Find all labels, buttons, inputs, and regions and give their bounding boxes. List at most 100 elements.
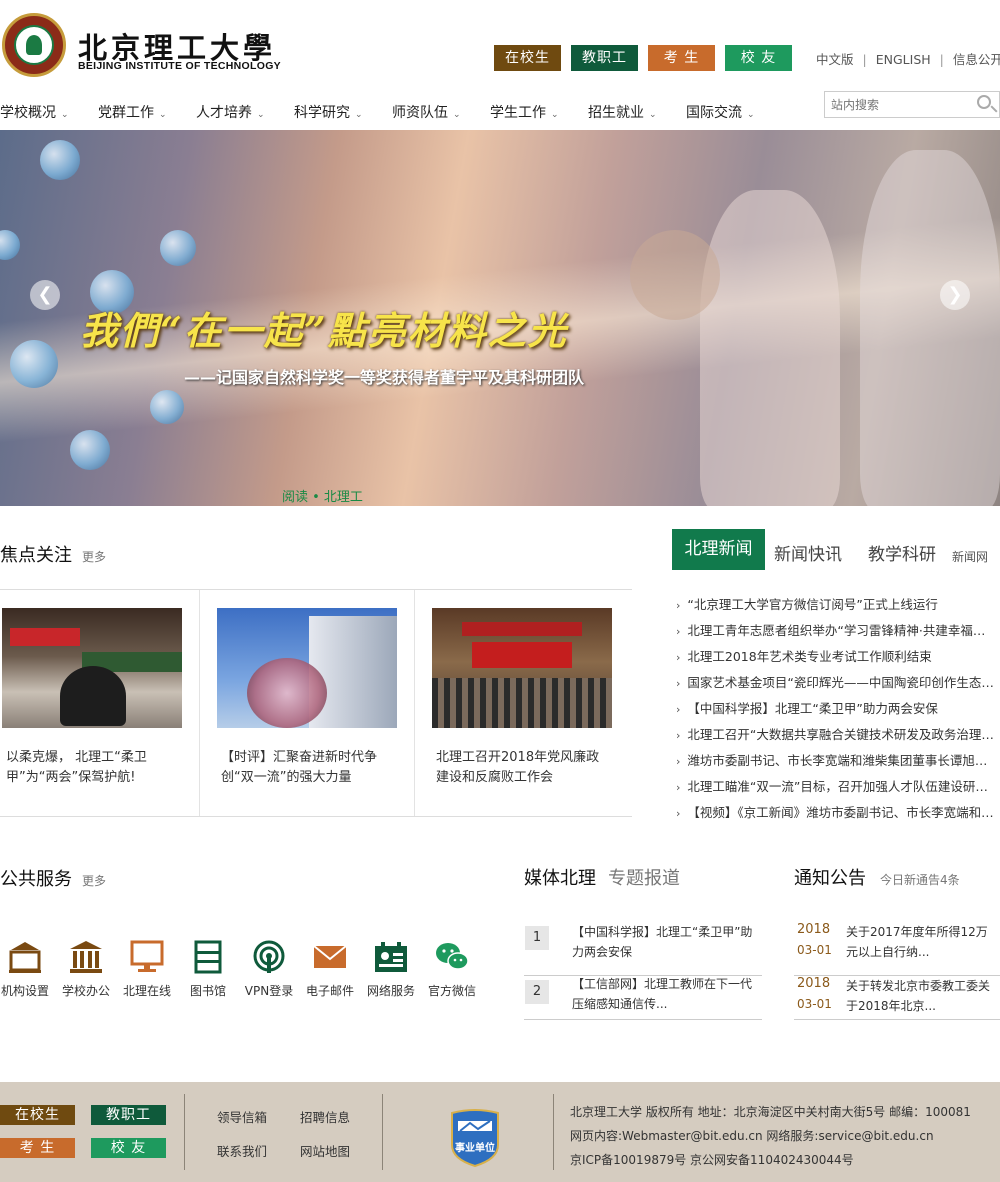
- news-item[interactable]: › 国家艺术基金项目“瓷印辉光——中国陶瓷印创作生态展”开幕: [676, 672, 996, 691]
- nav-item-research[interactable]: 科学研究 ⌄: [294, 102, 363, 122]
- focus-card[interactable]: 以柔克爆， 北理工“柔卫甲”为“两会”保驾护航!: [2, 590, 202, 816]
- focus-card[interactable]: 【时评】汇聚奋进新时代争创“双一流”的强大力量: [217, 590, 417, 816]
- chevron-down-icon: ⌄: [551, 110, 559, 120]
- nav-item-international[interactable]: 国际交流 ⌄: [686, 102, 755, 122]
- news-site-link[interactable]: 新闻网: [952, 548, 988, 565]
- services-title: 公共服务: [0, 869, 72, 890]
- service-org-structure[interactable]: 机构设置: [0, 940, 55, 999]
- focus-card-caption[interactable]: 【时评】汇聚奋进新时代争创“双一流”的强大力量: [221, 748, 391, 788]
- university-logo[interactable]: 北京理工大學 BEIJING INSTITUTE OF TECHNOLOGY: [2, 13, 281, 79]
- footer-link-recruitment[interactable]: 招聘信息: [300, 1107, 350, 1126]
- site-search: [824, 91, 1000, 118]
- bullet-icon: ›: [676, 755, 681, 768]
- nav-item-students[interactable]: 学生工作 ⌄: [490, 102, 559, 122]
- service-bit-online[interactable]: 北理在线: [117, 940, 177, 999]
- news-item[interactable]: ›北理工青年志愿者组织举办“学习雷锋精神·共建幸福社区”志愿服务活动: [676, 620, 996, 639]
- role-button-applicants[interactable]: 考 生: [648, 45, 715, 71]
- search-icon[interactable]: [977, 95, 991, 109]
- focus-card-caption[interactable]: 以柔克爆， 北理工“柔卫甲”为“两会”保驾护航!: [6, 748, 176, 788]
- role-button-students[interactable]: 在校生: [494, 45, 561, 71]
- service-network[interactable]: 网络服务: [361, 940, 421, 999]
- focus-card[interactable]: 北理工召开2018年党风廉政建设和反腐败工作会: [432, 590, 632, 816]
- notice-item[interactable]: 2018 03-01 关于2017年度年所得12万元以上自行纳...: [794, 922, 1000, 976]
- media-item[interactable]: 1 【中国科学报】北理工“柔卫甲”助力两会安保: [524, 922, 762, 976]
- news-item[interactable]: › 【中国科学报】北理工“柔卫甲”助力两会安保: [676, 698, 996, 717]
- hero-banner[interactable]: ❮ ❯ 我們“在一起”點亮材料之光 ——记国家自然科学奖一等奖获得者董宇平及其科…: [0, 130, 1000, 506]
- notice-title[interactable]: 通知公告: [794, 868, 866, 889]
- bullet-icon: ›: [676, 625, 681, 638]
- chevron-down-icon: ⌄: [61, 110, 69, 120]
- link-info-disclosure[interactable]: 信息公开: [953, 52, 1000, 67]
- focus-card-image[interactable]: [217, 608, 397, 728]
- notice-year: 2018: [797, 922, 831, 937]
- media-title[interactable]: 媒体北理: [524, 868, 596, 889]
- services-more-link[interactable]: 更多: [82, 874, 106, 888]
- media-item-text[interactable]: 【中国科学报】北理工“柔卫甲”助力两会安保: [572, 922, 758, 962]
- chevron-down-icon: ⌄: [649, 110, 657, 120]
- link-english[interactable]: ENGLISH: [876, 52, 931, 67]
- news-item[interactable]: ›潍坊市委副书记、市长李宽端和潍柴集团董事长谭旭光一行来访: [676, 750, 996, 769]
- badge-label: 事业单位: [455, 1143, 495, 1154]
- banner-next-arrow-icon[interactable]: ❯: [940, 280, 970, 310]
- nav-item-admissions[interactable]: 招生就业 ⌄: [588, 102, 657, 122]
- link-chinese[interactable]: 中文版: [816, 52, 854, 67]
- footer-role-students[interactable]: 在校生: [0, 1105, 75, 1125]
- footer-role-alumni[interactable]: 校 友: [91, 1138, 166, 1158]
- news-item[interactable]: › 北理工瞄准“双一流”目标，召开加强人才队伍建设研讨会: [676, 776, 996, 795]
- nav-item-about[interactable]: 学校概况 ⌄: [0, 102, 69, 122]
- service-email[interactable]: 电子邮件: [300, 940, 360, 999]
- footer-link-leader-mailbox[interactable]: 领导信箱: [217, 1107, 267, 1126]
- tab-bit-news[interactable]: 北理新闻: [672, 529, 765, 570]
- footer-link-sitemap[interactable]: 网站地图: [300, 1141, 350, 1160]
- tab-teaching-research[interactable]: 教学科研: [868, 540, 936, 565]
- wechat-icon: [434, 940, 470, 974]
- banner-read-link[interactable]: 阅读 • 北理工: [282, 486, 363, 505]
- chevron-down-icon: ⌄: [159, 110, 167, 120]
- bullet-icon: ›: [676, 677, 681, 690]
- service-school-office[interactable]: 学校办公: [56, 940, 116, 999]
- service-vpn-login[interactable]: VPN登录: [239, 940, 299, 999]
- focus-card-image[interactable]: [432, 608, 612, 728]
- media-section-header: 媒体北理 专题报道: [524, 864, 680, 890]
- focus-card-image[interactable]: [2, 608, 182, 728]
- media-item[interactable]: 2 【工信部网】北理工教师在下一代压缩感知通信传...: [524, 976, 762, 1020]
- footer-role-staff[interactable]: 教职工: [91, 1105, 166, 1125]
- news-item[interactable]: ›【视频】《京工新闻》潍坊市委副书记、市长李宽端和潍柴集团董事长来访: [676, 802, 996, 821]
- notice-item[interactable]: 2018 03-01 关于转发北京市委教工委关于2018年北京...: [794, 976, 1000, 1020]
- logo-english-name: BEIJING INSTITUTE OF TECHNOLOGY: [78, 60, 281, 72]
- notice-date: 03-01: [797, 943, 832, 957]
- columns-icon: [68, 940, 104, 974]
- focus-section-header: 焦点关注 更多: [0, 541, 106, 567]
- service-wechat[interactable]: 官方微信: [422, 940, 482, 999]
- public-institution-badge-icon[interactable]: 事业单位: [450, 1109, 500, 1168]
- nav-item-education[interactable]: 人才培养 ⌄: [196, 102, 265, 122]
- bookshelf-icon: [190, 940, 226, 974]
- notice-text[interactable]: 关于转发北京市委教工委关于2018年北京...: [846, 976, 998, 1016]
- chevron-down-icon: ⌄: [355, 110, 363, 120]
- divider: [382, 1094, 383, 1170]
- notice-text[interactable]: 关于2017年度年所得12万元以上自行纳...: [846, 922, 998, 962]
- monitor-icon: [129, 940, 165, 974]
- nav-item-party[interactable]: 党群工作 ⌄: [98, 102, 167, 122]
- search-input[interactable]: [825, 92, 965, 117]
- footer-role-applicants[interactable]: 考 生: [0, 1138, 75, 1158]
- divider: [553, 1094, 554, 1170]
- role-button-staff[interactable]: 教职工: [571, 45, 638, 71]
- media-item-text[interactable]: 【工信部网】北理工教师在下一代压缩感知通信传...: [572, 974, 758, 1014]
- tab-special-reports[interactable]: 专题报道: [608, 868, 680, 889]
- service-library[interactable]: 图书馆: [178, 940, 238, 999]
- news-item[interactable]: › 北理工2018年艺术类专业考试工作顺利结束: [676, 646, 996, 665]
- footer-link-contact[interactable]: 联系我们: [217, 1141, 267, 1160]
- news-item[interactable]: ›北理工召开“大数据共享融合关键技术研发及政务治理应用示范”项目启动会: [676, 724, 996, 743]
- role-button-alumni[interactable]: 校 友: [725, 45, 792, 71]
- news-item[interactable]: › “北京理工大学官方微信订阅号”正式上线运行: [676, 594, 996, 613]
- nav-item-faculty[interactable]: 师资队伍 ⌄: [392, 102, 461, 122]
- tab-news-flash[interactable]: 新闻快讯: [774, 540, 842, 565]
- notice-year: 2018: [797, 976, 831, 991]
- banner-subtitle: ——记国家自然科学奖一等奖获得者董宇平及其科研团队: [184, 368, 585, 387]
- banner-prev-arrow-icon[interactable]: ❮: [30, 280, 60, 310]
- bullet-icon: ›: [676, 729, 681, 742]
- focus-more-link[interactable]: 更多: [82, 550, 106, 564]
- focus-card-caption[interactable]: 北理工召开2018年党风廉政建设和反腐败工作会: [436, 748, 606, 788]
- services-section-header: 公共服务 更多: [0, 865, 106, 891]
